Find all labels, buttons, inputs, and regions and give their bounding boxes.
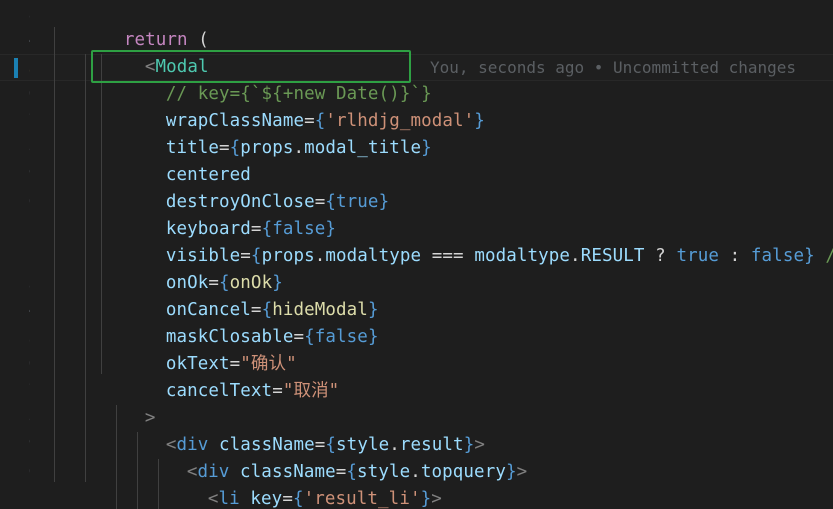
line-number: 9: [0, 162, 30, 189]
line-content: centered: [102, 135, 251, 185]
editor-line[interactable]: 4 maskClosable={false}: [0, 297, 833, 347]
line-content: visible={props.modaltype === modaltype.R…: [102, 216, 833, 266]
editor-line[interactable]: 0 keyboard={false}: [0, 189, 833, 239]
line-number: 1: [0, 216, 30, 243]
editor-line[interactable]: 0 <li key={'result_li'}>: [0, 459, 833, 509]
editor-line[interactable]: 9 destroyOnClose={true}: [0, 162, 833, 212]
line-number: 9: [0, 432, 30, 459]
editor-line[interactable]: 6 cancelText="取消": [0, 351, 833, 401]
editor-line[interactable]: 6 wrapClassName={'rlhdjg_modal'}: [0, 81, 833, 131]
line-content: title={props.modal_title}: [102, 108, 432, 158]
line-number: 6: [0, 81, 30, 108]
line-number: 3: [0, 270, 30, 297]
line-content: <span>行政区域</span>: [165, 486, 438, 509]
line-number: 4: [0, 27, 30, 54]
line-number: 2: [0, 243, 30, 270]
editor-line[interactable]: 1 visible={props.modaltype === modaltype…: [0, 216, 833, 266]
line-number: 8: [0, 405, 30, 432]
git-blame-annotation: You, seconds ago • Uncommitted changes: [430, 58, 797, 77]
line-number: 1: [0, 486, 30, 509]
line-number: 8: [0, 135, 30, 162]
editor-line[interactable]: 3 onCancel={hideModal}: [0, 270, 833, 320]
line-content: >: [81, 378, 156, 428]
editor-line[interactable]: 8 <div className={style.result}>: [0, 405, 833, 455]
line-number: 7: [0, 108, 30, 135]
editor-line[interactable]: 9 <div className={style.topquery}>: [0, 432, 833, 482]
line-number: 5: [0, 324, 30, 351]
line-number: 0: [0, 459, 30, 486]
line-content: <div className={style.result}>: [102, 405, 485, 455]
line-content: // key={`${+new Date()}`}: [102, 54, 432, 104]
editor-line[interactable]: 7 >: [0, 378, 833, 428]
line-content: keyboard={false}: [102, 189, 336, 239]
editor-line[interactable]: 1 <span>行政区域</span>: [0, 486, 833, 509]
editor-line[interactable]: 7 title={props.modal_title}: [0, 108, 833, 158]
line-content: destroyOnClose={true}: [102, 162, 389, 212]
editor-line[interactable]: 4 <Modal: [0, 27, 833, 77]
code-editor[interactable]: 3 return ( 4 <Modal 5 // key={`${+new Da…: [0, 0, 833, 509]
editor-line[interactable]: 2 onOk={onOk}: [0, 243, 833, 293]
line-number: 7: [0, 378, 30, 405]
editor-line[interactable]: 8 centered: [0, 135, 833, 185]
editor-line[interactable]: 5 okText="确认": [0, 324, 833, 374]
line-content: wrapClassName={'rlhdjg_modal'}: [102, 81, 485, 131]
text-cursor: [14, 58, 18, 78]
line-content: <li key={'result_li'}>: [144, 459, 442, 509]
editor-line[interactable]: 3 return (: [0, 0, 833, 50]
line-number: 6: [0, 351, 30, 378]
line-number: 4: [0, 297, 30, 324]
line-content: onOk={onOk}: [102, 243, 283, 293]
line-content: okText="确认": [102, 324, 297, 374]
line-content: return (: [60, 0, 209, 50]
line-content: <Modal: [81, 27, 209, 77]
line-content: onCancel={hideModal}: [102, 270, 379, 320]
line-content: <div className={style.topquery}>: [123, 432, 527, 482]
line-content: cancelText="取消": [102, 351, 339, 401]
line-number: 3: [0, 0, 30, 27]
line-number: 0: [0, 189, 30, 216]
line-content: maskClosable={false}: [102, 297, 379, 347]
